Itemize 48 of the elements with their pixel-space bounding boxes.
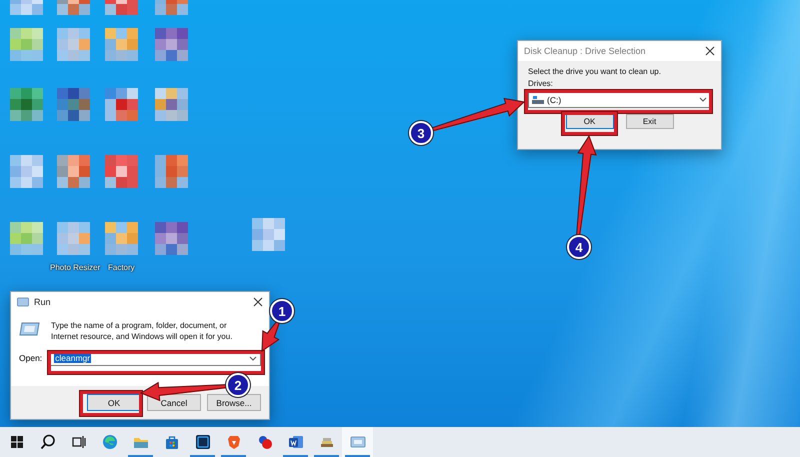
folder-icon <box>134 438 148 448</box>
desktop-icon[interactable] <box>10 155 43 188</box>
books-icon <box>320 438 332 447</box>
app-icon <box>258 436 272 449</box>
dialog-button[interactable]: OK <box>566 114 614 129</box>
desktop-icon[interactable] <box>155 155 188 188</box>
close-icon[interactable] <box>253 297 263 307</box>
instruction-text: Type the name of a program, folder, document, or Internet resource, and Windows will open it for you. <box>51 320 234 342</box>
windows-logo-icon <box>10 436 22 448</box>
document-icon <box>288 436 302 448</box>
desktop-icon[interactable] <box>57 88 90 121</box>
prompt-text: Select the drive you want to clean up. <box>528 67 662 77</box>
image-editor-icon <box>196 435 210 449</box>
desktop-icon[interactable] <box>105 155 138 188</box>
dialog-button[interactable]: Browse... <box>207 394 261 411</box>
desktop-icon[interactable] <box>155 28 188 61</box>
close-icon[interactable] <box>705 46 715 56</box>
task-view-icon <box>72 435 86 449</box>
dialog-button[interactable]: Cancel <box>147 394 201 411</box>
window-title: Disk Cleanup : Drive Selection <box>524 46 647 56</box>
dialog-button[interactable]: OK <box>87 394 141 411</box>
step-badge: 4 <box>567 235 591 259</box>
arrow <box>261 320 280 352</box>
shopping-bag-icon <box>166 436 178 449</box>
chevron-down-icon[interactable] <box>699 97 707 102</box>
desktop-icon[interactable] <box>10 88 43 121</box>
search-icon <box>40 434 54 450</box>
desktop-icon[interactable] <box>155 222 188 255</box>
field-label: Open: <box>19 353 42 363</box>
icon-label: Factory <box>108 263 135 272</box>
window-title: Run <box>34 297 52 307</box>
desktop-icon[interactable] <box>155 88 188 121</box>
desktop-icon[interactable] <box>57 155 90 188</box>
step-badge: 1 <box>270 299 294 323</box>
drive-icon <box>532 95 544 104</box>
run-icon <box>350 436 365 448</box>
lion-shield-icon <box>228 436 240 449</box>
chevron-down-icon[interactable] <box>249 356 257 360</box>
desktop-icon[interactable] <box>252 218 285 251</box>
browser-icon <box>102 435 116 449</box>
highlight-frame <box>80 391 142 416</box>
run-icon <box>19 320 41 338</box>
icon-label: Photo Resizer <box>50 263 100 272</box>
dialog-button[interactable]: Exit <box>626 114 674 129</box>
run-icon <box>17 297 29 307</box>
step-badge: 3 <box>409 121 433 145</box>
field-label: Drives: <box>528 79 554 89</box>
desktop-icon[interactable] <box>105 88 138 121</box>
